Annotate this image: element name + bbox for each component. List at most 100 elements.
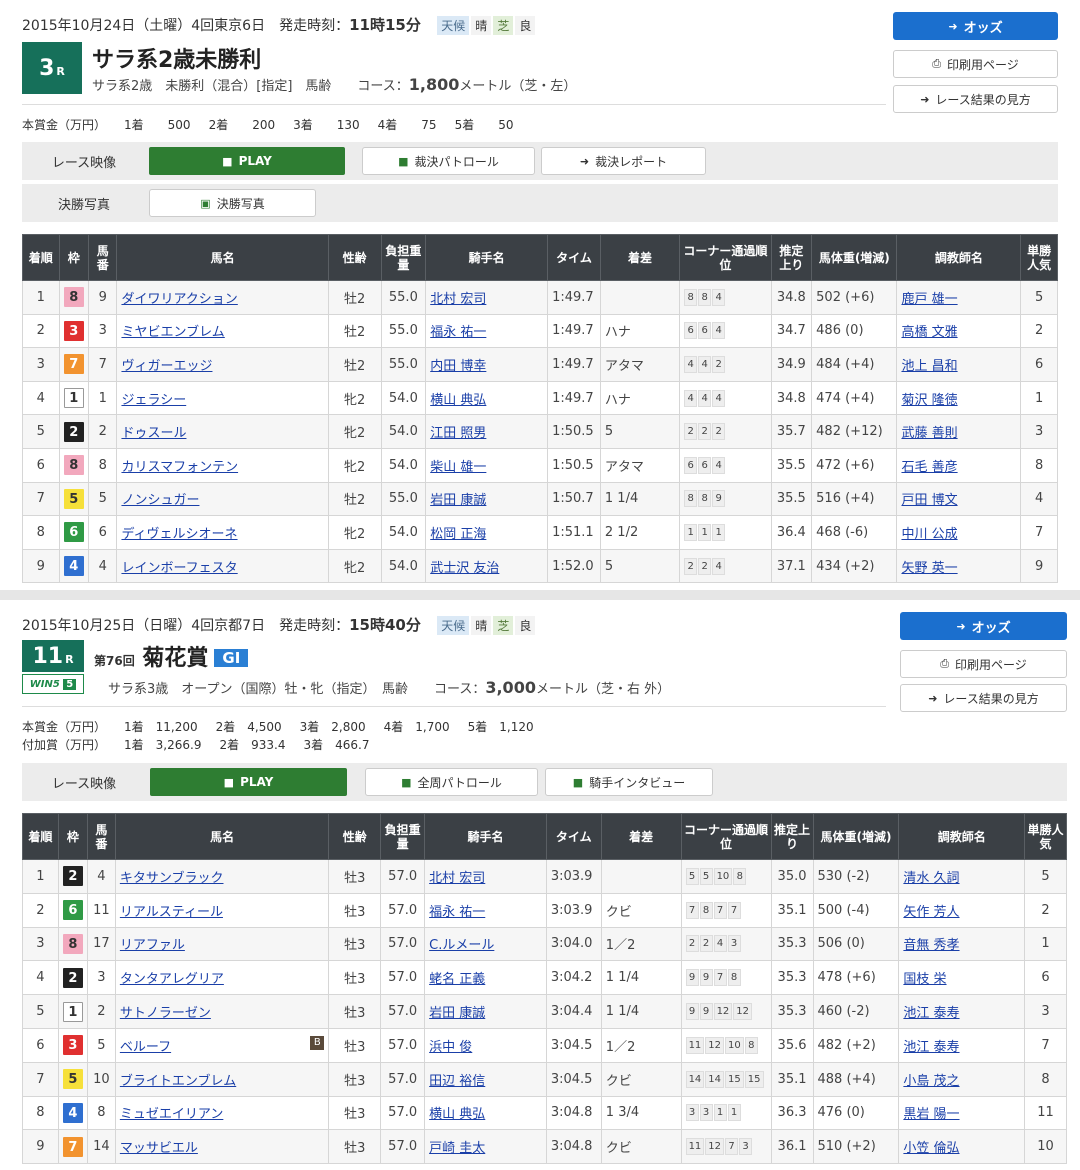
jockey-link[interactable]: 北村 宏司 <box>430 292 486 307</box>
jockey-link[interactable]: 江田 照男 <box>430 426 486 441</box>
horse-name-link[interactable]: ミヤビエンブレム <box>121 325 224 340</box>
weight-cell: 57.0 <box>380 859 426 894</box>
horse-name-link[interactable]: キタサンブラック <box>120 871 224 886</box>
trainer-link[interactable]: 石毛 善彦 <box>901 460 957 475</box>
horse-name-link[interactable]: ブライトエンブレム <box>120 1074 236 1089</box>
judge-report-button[interactable]: ➜ 裁決レポート <box>541 147 706 175</box>
horse-name-link[interactable]: ノンシュガー <box>121 493 199 508</box>
popularity-cell: 6 <box>1020 347 1058 382</box>
trainer-link[interactable]: 池上 昌和 <box>901 359 957 374</box>
trainer-link[interactable]: 池江 泰寿 <box>903 1040 959 1055</box>
horse-name-link[interactable]: リアファル <box>120 938 185 953</box>
trainer-link[interactable]: 小島 茂之 <box>903 1074 959 1089</box>
jockey-cell: 浜中 俊 <box>424 1027 547 1063</box>
print-page-button[interactable]: ⎙ 印刷用ページ <box>900 650 1067 678</box>
full-patrol-button[interactable]: ■ 全周パトロール <box>365 768 538 796</box>
horse-name-link[interactable]: ミュゼエイリアン <box>120 1107 223 1122</box>
horse-name-link[interactable]: ヴィガーエッジ <box>121 359 212 374</box>
horse-name-link[interactable]: ダイワリアクション <box>121 292 237 307</box>
jockey-link[interactable]: 福永 祐一 <box>430 325 486 340</box>
table-row: 3 8 17 リアファル 牡3 57.0 C.ルメール 3:04.0 1／2 2 2 4 3 35.3 50… <box>22 926 1067 962</box>
jockey-cell: 松岡 正海 <box>425 515 549 550</box>
trainer-link[interactable]: 矢作 芳人 <box>903 905 959 920</box>
odds-button[interactable]: ➜ オッズ <box>900 612 1067 640</box>
play-button[interactable]: ■ PLAY <box>149 147 345 175</box>
rank-cell: 3 <box>22 347 60 382</box>
corner-position: 4 <box>712 389 726 407</box>
trainer-link[interactable]: 高橋 文雅 <box>901 325 957 340</box>
corner-position: 8 <box>744 1036 758 1054</box>
trainer-link[interactable]: 国枝 栄 <box>903 972 946 987</box>
horse-name-link[interactable]: タンタアレグリア <box>120 972 224 987</box>
horse-number-cell: 4 <box>88 548 118 584</box>
print-page-button[interactable]: ⎙ 印刷用ページ <box>893 50 1058 78</box>
horse-name-cell: ダイワリアクション <box>116 280 329 315</box>
image-icon: ▣ <box>200 196 211 210</box>
odds-button[interactable]: ➜ オッズ <box>893 12 1058 40</box>
rank-cell: 8 <box>22 1095 59 1131</box>
weight-cell: 54.0 <box>380 414 427 449</box>
horse-name-link[interactable]: カリスマフォンテン <box>121 460 238 475</box>
frame-badge: 8 <box>62 933 83 954</box>
horse-name-link[interactable]: マッサビエル <box>120 1141 198 1156</box>
horse-name-link[interactable]: ディヴェルシオーネ <box>121 527 237 542</box>
trainer-link[interactable]: 戸田 博文 <box>901 493 957 508</box>
jockey-link[interactable]: 福永 祐一 <box>429 905 485 920</box>
trainer-link[interactable]: 菊沢 隆徳 <box>901 393 957 408</box>
prize-4: 4着 75 <box>377 118 437 132</box>
horse-name-link[interactable]: リアルスティール <box>120 905 223 920</box>
odds-label: オッズ <box>963 20 1003 36</box>
jockey-link[interactable]: 戸崎 圭太 <box>429 1141 485 1156</box>
trainer-link[interactable]: 清水 久詞 <box>903 871 959 886</box>
interview-label: 騎手インタビュー <box>589 775 686 790</box>
play-button[interactable]: ■ PLAY <box>150 768 347 796</box>
trainer-link[interactable]: 矢野 英一 <box>901 561 957 576</box>
jockey-link[interactable]: 田辺 裕信 <box>429 1074 485 1089</box>
jockey-link[interactable]: 岩田 康誠 <box>429 1006 485 1021</box>
jockey-link[interactable]: C.ルメール <box>429 938 494 953</box>
horse-number-cell: 17 <box>86 926 116 962</box>
jockey-link[interactable]: 松岡 正海 <box>430 527 486 542</box>
jockey-link[interactable]: 横山 典弘 <box>429 1107 485 1122</box>
prize-3: 3着 2,800 <box>299 720 366 734</box>
trainer-link[interactable]: 黒岩 陽一 <box>903 1107 959 1122</box>
horse-name-link[interactable]: ベルーフ <box>120 1040 171 1055</box>
trainer-link[interactable]: 池江 泰寿 <box>903 1006 959 1021</box>
last-3f-cell: 35.5 <box>770 447 813 483</box>
patrol-button[interactable]: ■ 裁決パトロール <box>362 147 535 175</box>
last-3f-cell: 34.8 <box>770 380 813 416</box>
patrol-label: 全周パトロール <box>417 775 502 790</box>
trainer-link[interactable]: 音無 秀孝 <box>903 938 959 953</box>
race-result-guide-button[interactable]: ➜ レース結果の見方 <box>893 85 1058 113</box>
horse-name-link[interactable]: サトノラーゼン <box>120 1006 211 1021</box>
jockey-link[interactable]: 内田 博幸 <box>430 359 486 374</box>
race-number: 11 <box>32 643 64 669</box>
table-row: 1 8 9 ダイワリアクション 牡2 55.0 北村 宏司 1:49.7 8 8 4 34.8 502 … <box>22 280 1058 315</box>
corner-position: 2 <box>712 355 726 373</box>
jockey-link[interactable]: 柴山 雄一 <box>430 460 486 475</box>
jockey-link[interactable]: 北村 宏司 <box>429 871 485 886</box>
horse-number-cell: 5 <box>88 481 118 517</box>
jockey-link[interactable]: 武士沢 友治 <box>430 561 499 576</box>
time-cell: 1:50.7 <box>547 481 601 517</box>
frame-cell: 2 <box>58 414 90 449</box>
jockey-link[interactable]: 浜中 俊 <box>429 1040 472 1055</box>
photo-finish-button[interactable]: ▣ 決勝写真 <box>149 189 316 217</box>
horse-name-link[interactable]: ドゥスール <box>121 426 186 441</box>
trainer-link[interactable]: 武藤 善則 <box>901 426 957 441</box>
jockey-link[interactable]: 蛯名 正義 <box>429 972 485 987</box>
jockey-link[interactable]: 岩田 康誠 <box>430 493 486 508</box>
weight-cell: 54.0 <box>380 548 427 584</box>
race-result-guide-button[interactable]: ➜ レース結果の見方 <box>900 684 1067 712</box>
jockey-interview-button[interactable]: ■ 騎手インタビュー <box>545 768 713 796</box>
frame-badge: 5 <box>62 1069 83 1090</box>
horse-name-link[interactable]: レインボーフェスタ <box>121 561 237 576</box>
corner-cell: 664 <box>679 447 772 483</box>
frame-cell: 2 <box>57 859 88 894</box>
horse-name-link[interactable]: ジェラシー <box>121 393 186 408</box>
trainer-link[interactable]: 鹿戸 雄一 <box>901 292 957 307</box>
jockey-link[interactable]: 横山 典弘 <box>430 393 486 408</box>
popularity-cell: 7 <box>1020 515 1058 550</box>
trainer-link[interactable]: 小笠 倫弘 <box>903 1141 959 1156</box>
trainer-link[interactable]: 中川 公成 <box>901 527 957 542</box>
